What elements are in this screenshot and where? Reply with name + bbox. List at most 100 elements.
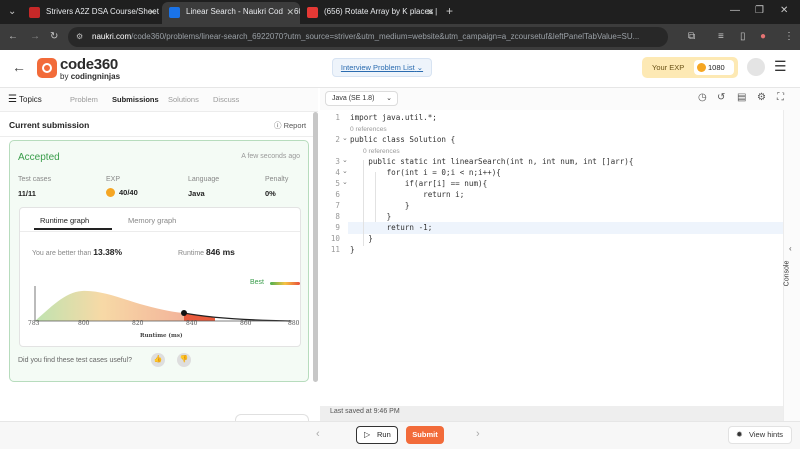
editor-status-bar: Last saved at 9:46 PM: [320, 406, 783, 421]
reload-icon[interactable]: ↻: [50, 30, 58, 44]
topics-button[interactable]: ☰ Topics: [8, 88, 42, 112]
run-label: Run: [377, 430, 391, 439]
close-tab-icon[interactable]: ✕: [148, 2, 156, 22]
extensions-icon[interactable]: ⧉: [688, 30, 695, 44]
fullscreen-icon[interactable]: ⛶: [777, 92, 784, 103]
stat-label: Penalty: [265, 176, 289, 183]
tab-discuss[interactable]: Discuss: [213, 88, 239, 112]
window-close-icon[interactable]: ✕: [780, 4, 788, 18]
language-value: Java (SE 1.8): [332, 95, 375, 102]
stat-value: Java: [188, 189, 205, 198]
code-line: public class Solution {: [350, 135, 456, 144]
url-input[interactable]: ⚙ naukri.com/code360/problems/linear-sea…: [68, 27, 668, 47]
thumbs-up-icon[interactable]: 👍: [151, 353, 165, 367]
tab-submissions[interactable]: Submissions: [112, 88, 159, 112]
back-icon[interactable]: ←: [8, 30, 18, 44]
logo-by: by: [60, 72, 69, 81]
line-number: 3: [335, 157, 340, 166]
tab-memory-graph[interactable]: Memory graph: [128, 216, 176, 225]
tab-problem[interactable]: Problem: [70, 88, 98, 112]
fold-icon[interactable]: ⌄: [342, 134, 348, 142]
back-arrow-icon[interactable]: ←: [12, 59, 26, 75]
runtime-text: Runtime 846 ms: [178, 247, 235, 257]
info-icon: ⓘ: [274, 121, 282, 130]
tab-runtime-graph[interactable]: Runtime graph: [40, 216, 89, 225]
panel-divider: [0, 136, 313, 137]
notes-icon[interactable]: ▤: [737, 92, 746, 103]
fold-icon[interactable]: ⌄: [342, 156, 348, 164]
chevron-down-icon: ⌄: [386, 95, 392, 102]
language-select[interactable]: Java (SE 1.8) ⌄: [325, 91, 398, 106]
report-button[interactable]: ⓘ Report: [274, 120, 306, 131]
settings-gear-icon[interactable]: ⚙: [757, 92, 766, 103]
code360-logo-icon[interactable]: [37, 58, 57, 78]
profile-icon[interactable]: ●: [760, 30, 766, 44]
reset-icon[interactable]: ↺: [717, 92, 725, 103]
left-scrollbar[interactable]: [313, 112, 318, 382]
hints-label: View hints: [749, 430, 784, 439]
exp-label: Your EXP: [652, 63, 685, 72]
play-icon: ▷: [364, 430, 371, 439]
browser-tab-striver[interactable]: Strivers A2Z DSA Course/Sheet ✕: [22, 2, 162, 24]
code-line: }: [350, 245, 355, 254]
sidepanel-icon[interactable]: ▯: [740, 30, 746, 44]
logo-subline: by codingninjas: [60, 72, 120, 81]
line-number: 5: [335, 179, 340, 188]
stat-language: Language Java: [188, 176, 219, 198]
code-lens-references[interactable]: 0 references: [363, 148, 400, 155]
code-line: }: [350, 234, 373, 243]
line-number: 7: [335, 201, 340, 210]
striver-favicon-icon: [29, 7, 40, 18]
x-axis-label: Runtime (ms): [140, 333, 183, 339]
x-tick: 783: [28, 320, 40, 327]
view-hints-button[interactable]: ✹ View hints: [728, 426, 792, 444]
fold-icon[interactable]: ⌄: [342, 178, 348, 186]
tab-search-icon[interactable]: ⌄: [8, 5, 16, 19]
minimize-icon[interactable]: —: [730, 4, 740, 18]
new-tab-icon[interactable]: +: [446, 4, 453, 18]
youtube-favicon-icon: [307, 7, 318, 18]
stat-value: 0%: [265, 189, 276, 198]
code-lens-references[interactable]: 0 references: [350, 126, 387, 133]
thumbs-down-icon[interactable]: 👎: [177, 353, 191, 367]
better-than-value: 13.38%: [93, 247, 123, 257]
exp-badge[interactable]: Your EXP 1080: [642, 57, 738, 78]
close-tab-icon[interactable]: ✕: [426, 2, 434, 22]
line-number: 9: [335, 223, 340, 232]
line-number: 2: [335, 135, 340, 144]
close-tab-icon[interactable]: ✕: [283, 2, 294, 22]
line-number: 8: [335, 212, 340, 221]
topics-label: Topics: [19, 95, 42, 104]
x-tick: 840: [186, 320, 198, 327]
run-button[interactable]: ▷ Run: [356, 426, 398, 444]
user-marker: [181, 310, 187, 316]
browser-tab-linear-search[interactable]: Linear Search - Naukri Code 360 ✕: [162, 2, 300, 24]
report-label: Report: [283, 121, 307, 130]
site-info-icon[interactable]: ⚙: [76, 27, 83, 47]
fold-icon[interactable]: ⌄: [342, 167, 348, 175]
x-tick: 860: [240, 320, 252, 327]
code-line: }: [350, 212, 392, 221]
code-editor[interactable]: 1 import java.util.*; 0 references 2 ⌄ p…: [320, 110, 783, 406]
browser-tab-youtube[interactable]: (656) Rotate Array by K places | ✕: [300, 2, 440, 24]
next-problem-icon[interactable]: ›: [476, 428, 480, 440]
app-header: ← code360 by codingninjas Interview Prob…: [0, 50, 800, 88]
code-line: import java.util.*;: [350, 113, 437, 122]
submit-button[interactable]: Submit: [406, 426, 444, 444]
forward-icon[interactable]: →: [30, 30, 40, 44]
line-number: 10: [330, 234, 340, 243]
x-tick: 800: [78, 320, 90, 327]
code-line: return -1;: [350, 223, 433, 232]
browser-menu-icon[interactable]: ⋮: [784, 30, 794, 44]
restore-icon[interactable]: ❐: [755, 4, 764, 18]
playlist-icon[interactable]: ≡: [718, 30, 724, 44]
console-panel-toggle[interactable]: ‹ Console: [783, 110, 800, 421]
tab-solutions[interactable]: Solutions: [168, 88, 199, 112]
timer-icon[interactable]: ◷: [698, 92, 707, 103]
hamburger-menu-icon[interactable]: ☰: [774, 58, 787, 75]
avatar[interactable]: [747, 58, 765, 76]
prev-problem-icon[interactable]: ‹: [316, 428, 320, 440]
interview-problem-list-button[interactable]: Interview Problem List ⌄: [332, 58, 432, 77]
logo-main: code360: [60, 56, 118, 73]
graph-divider: [20, 231, 300, 232]
